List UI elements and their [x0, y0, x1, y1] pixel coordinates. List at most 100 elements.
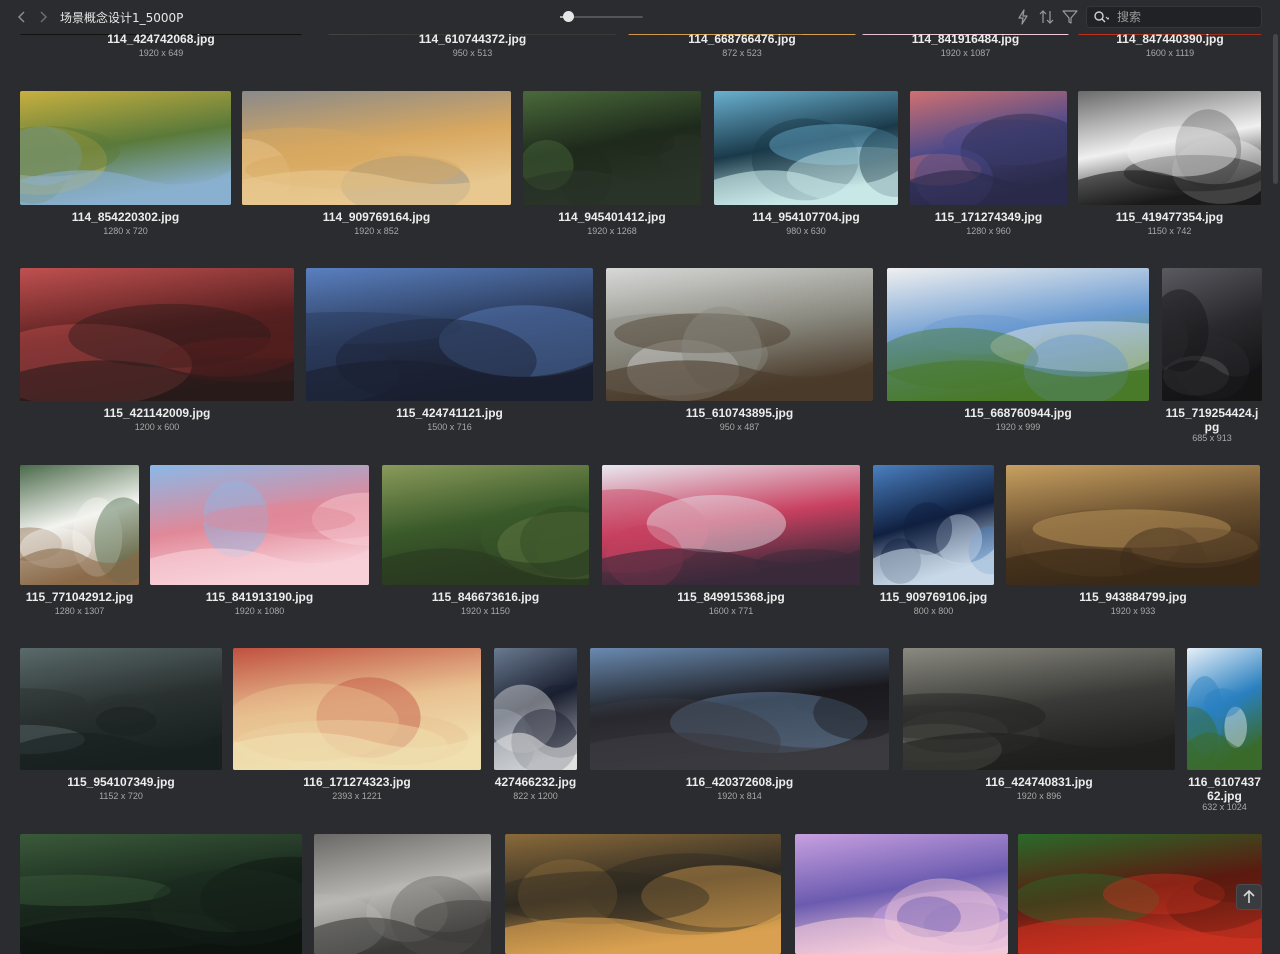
zoom-slider-knob[interactable] [563, 11, 575, 22]
image-filename: 115_954107349.jpg [67, 775, 175, 789]
image-thumbnail[interactable] [1006, 465, 1260, 585]
lightning-icon [1018, 9, 1028, 25]
image-thumbnail[interactable] [242, 91, 511, 205]
image-filename: 114_854220302.jpg [71, 210, 180, 224]
image-thumbnail[interactable] [1018, 834, 1262, 954]
image-dimensions: 1600 x 1119 [1145, 48, 1195, 58]
image-thumbnail[interactable] [903, 648, 1175, 770]
image-filename: 116_171274323.jpg [303, 775, 411, 789]
image-thumbnail[interactable] [590, 648, 889, 770]
image-thumbnail[interactable] [1078, 91, 1261, 205]
image-filename: 115_668760944.jpg [964, 406, 1072, 420]
image-filename: 115_419477354.jpg [1115, 210, 1224, 224]
image-dimensions: 950 x 487 [719, 422, 760, 432]
image-filename: 115_943884799.jpg [1079, 590, 1187, 604]
image-dimensions: 800 x 800 [913, 606, 954, 616]
image-thumbnail[interactable] [523, 91, 701, 205]
chevron-right-icon [40, 11, 48, 23]
image-thumbnail[interactable] [20, 465, 139, 585]
image-thumbnail[interactable] [714, 91, 898, 205]
image-filename: 114_841916484.jpg [911, 32, 1020, 46]
image-thumbnail[interactable] [1187, 648, 1262, 770]
filter-button[interactable] [1061, 8, 1079, 26]
image-dimensions: 1920 x 1150 [461, 606, 510, 616]
image-dimensions: 1500 x 716 [427, 422, 472, 432]
image-thumbnail[interactable] [20, 834, 302, 954]
back-button[interactable] [14, 8, 30, 26]
image-thumbnail[interactable] [602, 465, 860, 585]
zoom-slider[interactable] [560, 11, 643, 22]
image-thumbnail[interactable] [306, 268, 593, 401]
image-dimensions: 1152 x 720 [99, 791, 143, 801]
image-thumbnail[interactable] [910, 91, 1067, 205]
arrow-up-icon [1243, 889, 1255, 903]
sort-button[interactable] [1038, 8, 1056, 26]
image-filename: 115_846673616.jpg [431, 590, 540, 604]
image-dimensions: 980 x 630 [786, 226, 826, 236]
image-filename: 115_171274349.jpg [934, 210, 1043, 224]
chevron-left-icon [17, 11, 25, 23]
image-filename: 115_909769106.jpg [879, 590, 988, 604]
image-filename: 114_847440390.jpg [1116, 32, 1224, 46]
image-thumbnail[interactable] [795, 834, 1008, 954]
image-grid: 114_424742068.jpg 1920 x 649 114_610744372… [0, 0, 1280, 954]
image-dimensions: 1920 x 814 [717, 791, 762, 801]
image-filename: 114_945401412.jpg [558, 210, 666, 224]
image-thumbnail[interactable] [505, 834, 781, 954]
image-filename: 115_849915368.jpg [677, 590, 785, 604]
image-dimensions: 1920 x 1080 [234, 606, 285, 616]
image-dimensions: 1920 x 1087 [940, 48, 991, 58]
image-dimensions: 872 x 523 [722, 48, 762, 58]
page-title: 场景概念设计1_5000P [60, 11, 184, 25]
image-thumbnail[interactable] [233, 648, 481, 770]
image-dimensions: 1920 x 649 [138, 48, 184, 58]
image-dimensions: 1280 x 1307 [54, 606, 105, 616]
lightning-button[interactable] [1014, 8, 1032, 26]
image-filename: 115_424741121.jpg [396, 406, 503, 420]
image-dimensions: 1200 x 600 [134, 422, 180, 432]
image-dimensions: 822 x 1200 [513, 791, 558, 801]
forward-button[interactable] [35, 8, 51, 26]
vertical-scrollbar[interactable] [1273, 34, 1278, 184]
image-filename: 115_771042912.jpg [25, 590, 134, 604]
image-filename: 116_420372608.jpg [685, 775, 794, 789]
image-dimensions: 1920 x 852 [354, 226, 399, 236]
image-filename: 114_954107704.jpg [752, 210, 860, 224]
image-filename: 116_424740831.jpg [985, 775, 1093, 789]
image-filename: 114_424742068.jpg [107, 32, 215, 46]
toolbar: 场景概念设计1_5000P [0, 0, 1280, 34]
image-dimensions: 1920 x 896 [1016, 791, 1062, 801]
filter-icon [1062, 10, 1078, 24]
image-dimensions: 1920 x 999 [995, 422, 1041, 432]
image-thumbnail[interactable] [314, 834, 491, 954]
image-thumbnail[interactable] [20, 648, 222, 770]
image-dimensions: 2393 x 1221 [332, 791, 382, 801]
image-filename: 115_841913190.jpg [205, 590, 314, 604]
image-thumbnail[interactable] [606, 268, 873, 401]
image-filename: 115_719254424.jpg [1165, 406, 1259, 434]
image-thumbnail[interactable] [20, 268, 294, 401]
image-filename: 115_610743895.jpg [685, 406, 794, 420]
image-filename: 114_909769164.jpg [322, 210, 431, 224]
image-dimensions: 1280 x 720 [103, 226, 148, 236]
scroll-to-top-button[interactable] [1236, 884, 1262, 910]
image-thumbnail[interactable] [887, 268, 1149, 401]
image-filename: 114_668766476.jpg [688, 32, 796, 46]
image-thumbnail[interactable] [20, 91, 231, 205]
image-filename: 114_610744372.jpg [418, 32, 527, 46]
image-dimensions: 1920 x 1268 [587, 226, 637, 236]
image-thumbnail[interactable] [494, 648, 577, 770]
image-dimensions: 1920 x 933 [1110, 606, 1156, 616]
image-filename: 116_610743762.jpg [1188, 775, 1261, 803]
image-filename: 427466232.jpg [494, 775, 577, 789]
image-dimensions: 1280 x 960 [966, 226, 1011, 236]
search-icon [1094, 11, 1109, 23]
image-dimensions: 1150 x 742 [1147, 226, 1192, 236]
search-input[interactable] [1117, 8, 1257, 26]
image-thumbnail[interactable] [1162, 268, 1262, 401]
image-thumbnail[interactable] [873, 465, 994, 585]
image-thumbnail[interactable] [382, 465, 589, 585]
image-thumbnail[interactable] [150, 465, 369, 585]
search-box[interactable] [1086, 6, 1262, 28]
image-filename: 115_421142009.jpg [103, 406, 211, 420]
